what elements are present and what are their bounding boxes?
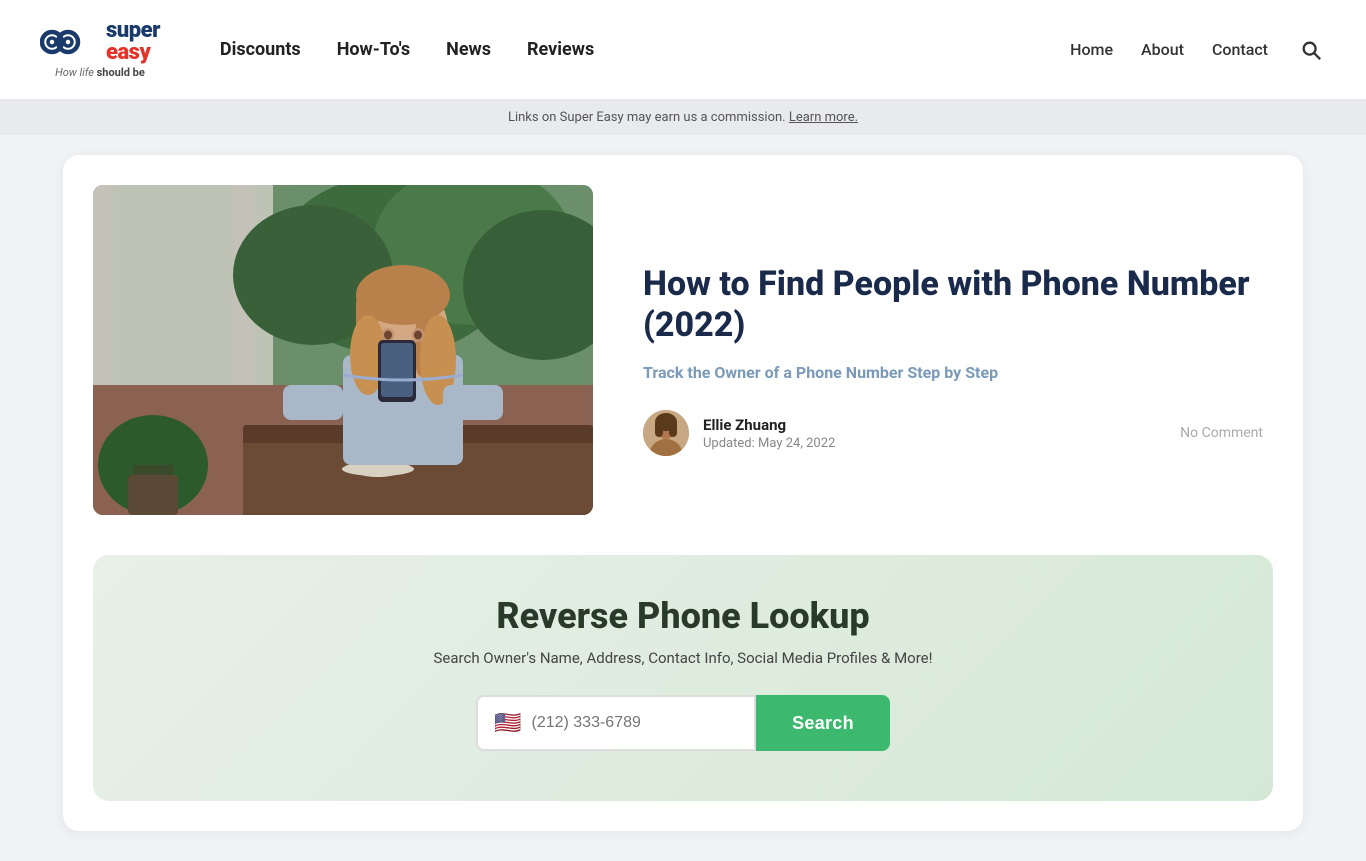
nav-news[interactable]: News (446, 39, 491, 60)
author-updated: Updated: May 24, 2022 (703, 436, 835, 451)
search-button[interactable]: Search (756, 695, 890, 751)
right-navigation: Home About Contact (1070, 35, 1326, 65)
widget-form: 🇺🇸 Search (476, 695, 890, 751)
logo-circles-icon (40, 20, 98, 64)
widget-description: Search Owner's Name, Address, Contact In… (434, 649, 933, 667)
logo-text: super easy (106, 20, 160, 64)
main-content: How to Find People with Phone Number (20… (33, 135, 1333, 861)
nav-discounts[interactable]: Discounts (220, 39, 301, 60)
flag-icon: 🇺🇸 (494, 711, 521, 736)
search-icon (1300, 39, 1322, 61)
nav-about[interactable]: About (1141, 40, 1184, 59)
article-title: How to Find People with Phone Number (20… (643, 264, 1263, 346)
main-navigation: Discounts How-To's News Reviews (220, 39, 1070, 60)
phone-input-wrap: 🇺🇸 (476, 695, 756, 751)
site-logo[interactable]: super easy How life should be (40, 20, 160, 79)
logo-tagline: How life should be (55, 66, 145, 79)
learn-more-link[interactable]: Learn more. (789, 110, 858, 125)
site-header: super easy How life should be Discounts … (0, 0, 1366, 100)
no-comment-label: No Comment (1180, 425, 1263, 441)
widget-section: Reverse Phone Lookup Search Owner's Name… (93, 555, 1273, 801)
article-subtitle: Track the Owner of a Phone Number Step b… (643, 363, 1263, 382)
article-top: How to Find People with Phone Number (20… (63, 155, 1303, 545)
author-row: Ellie Zhuang Updated: May 24, 2022 No Co… (643, 410, 1263, 456)
nav-home[interactable]: Home (1070, 40, 1113, 59)
commission-bar: Links on Super Easy may earn us a commis… (0, 100, 1366, 135)
nav-howtos[interactable]: How-To's (337, 39, 410, 60)
nav-contact[interactable]: Contact (1212, 40, 1268, 59)
phone-input[interactable] (531, 714, 738, 732)
search-icon-button[interactable] (1296, 35, 1326, 65)
author-name: Ellie Zhuang (703, 416, 835, 434)
widget-title: Reverse Phone Lookup (496, 595, 869, 637)
author-info: Ellie Zhuang Updated: May 24, 2022 (643, 410, 835, 456)
article-image (93, 185, 593, 515)
author-avatar (643, 410, 689, 456)
nav-reviews[interactable]: Reviews (527, 39, 594, 60)
author-details: Ellie Zhuang Updated: May 24, 2022 (703, 416, 835, 451)
article-card: How to Find People with Phone Number (20… (63, 155, 1303, 831)
article-meta: How to Find People with Phone Number (20… (643, 185, 1263, 515)
